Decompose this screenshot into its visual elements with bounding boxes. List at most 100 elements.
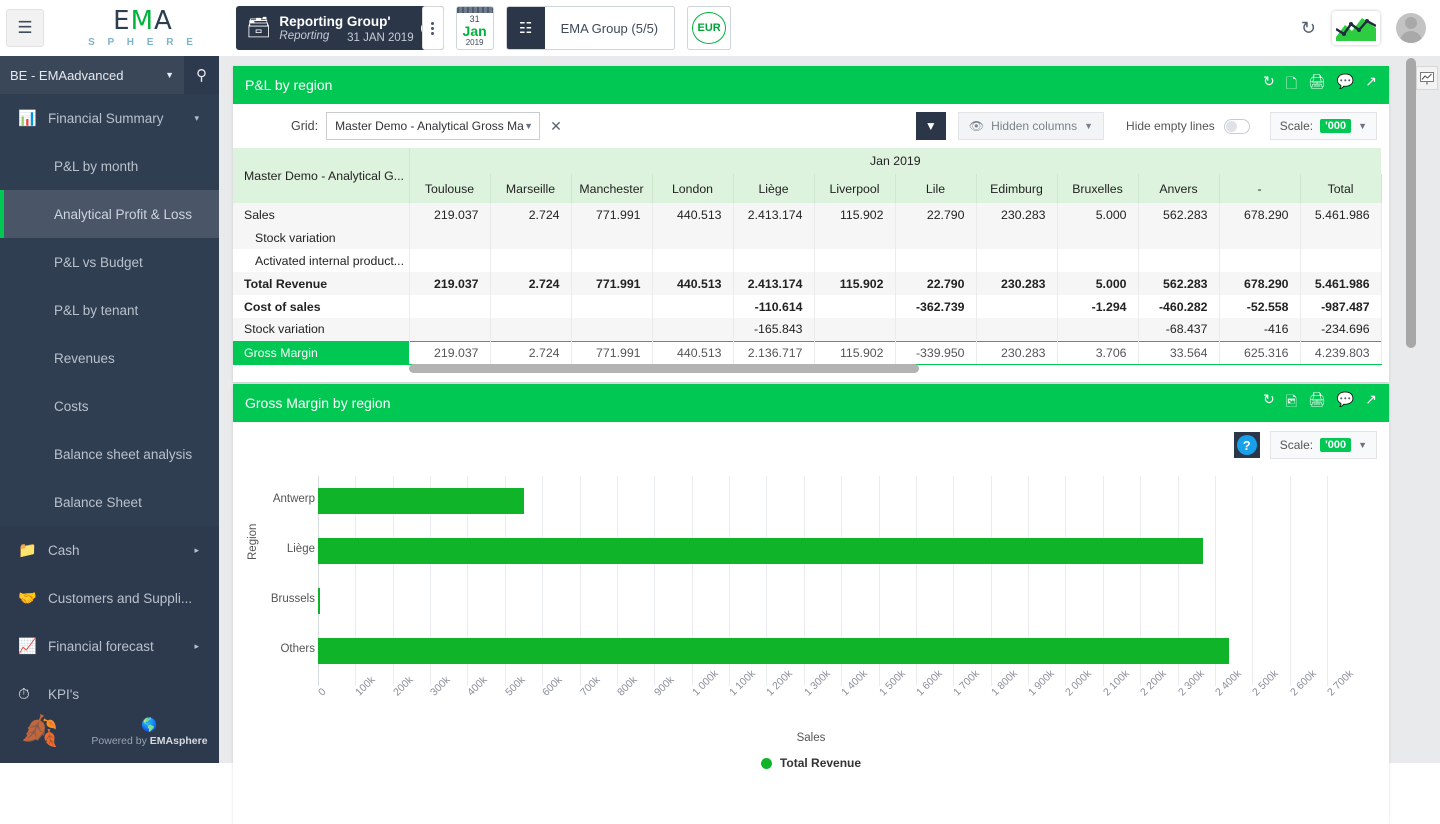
table-cell	[1138, 249, 1219, 272]
user-avatar-icon[interactable]	[1396, 13, 1426, 43]
reporting-group-chip[interactable]: 🗃 Reporting Group' Reporting ✓ 31 JAN 20…	[236, 6, 444, 50]
sidebar-item-financial-summary[interactable]: 📊 Financial Summary ▾	[0, 94, 219, 142]
table-cell	[895, 318, 976, 341]
table-cell: 440.513	[652, 341, 733, 364]
sidebar-item-balance-sheet-analysis[interactable]: Balance sheet analysis	[0, 430, 219, 478]
table-row[interactable]: Cost of sales-110.614-362.739-1.294-460.…	[233, 295, 1381, 318]
pl-col-header[interactable]: Edimburg	[976, 174, 1057, 203]
table-cell: 22.790	[895, 272, 976, 295]
chart-gridline	[1327, 476, 1328, 686]
pl-col-header[interactable]: -	[1219, 174, 1300, 203]
chart-scale-selector[interactable]: Scale: '000 ▼	[1270, 431, 1377, 459]
gross-margin-chart: Region AntwerpLiègeBrusselsOthers 0100k2…	[233, 468, 1389, 824]
kebab-menu-icon[interactable]	[422, 6, 444, 50]
table-cell: 2.413.174	[733, 272, 814, 295]
pl-col-header[interactable]: Marseille	[490, 174, 571, 203]
table-cell	[1057, 318, 1138, 341]
table-cell: 440.513	[652, 203, 733, 226]
scale-label: Scale:	[1280, 438, 1313, 452]
pl-col-header[interactable]: Bruxelles	[1057, 174, 1138, 203]
table-row[interactable]: Stock variation-165.843-68.437-416-234.6…	[233, 318, 1381, 341]
scale-selector[interactable]: Scale: '000 ▼	[1270, 112, 1377, 140]
top-bar: ☰ EMA S P H E R E 🗃 Reporting Group' Rep…	[0, 0, 1440, 56]
main-vertical-scrollbar[interactable]	[1404, 56, 1418, 763]
table-cell	[571, 226, 652, 249]
table-row[interactable]: Sales219.0372.724771.991440.5132.413.174…	[233, 203, 1381, 226]
table-row-label: Stock variation	[233, 226, 409, 249]
pl-col-header[interactable]: London	[652, 174, 733, 203]
pl-col-header[interactable]: Toulouse	[409, 174, 490, 203]
refresh-icon[interactable]: ↻	[1263, 73, 1275, 97]
excel-export-icon[interactable]: 🗋	[1286, 73, 1297, 97]
menu-icon[interactable]: ☰	[6, 9, 44, 47]
chart-category-label: Others	[280, 643, 315, 655]
pl-col-header[interactable]: Liège	[733, 174, 814, 203]
image-export-icon[interactable]: 🖻	[1286, 391, 1297, 415]
help-question-icon[interactable]: ?	[1234, 432, 1260, 458]
table-cell	[1300, 249, 1381, 272]
sidebar-item-cash[interactable]: 📁 Cash ▸	[0, 526, 219, 574]
table-cell	[976, 226, 1057, 249]
table-cell: 678.290	[1219, 203, 1300, 226]
pl-col-header[interactable]: Lile	[895, 174, 976, 203]
entity-selector-label: BE - EMAadvanced	[10, 68, 123, 83]
entity-selector[interactable]: BE - EMAadvanced ▼	[0, 56, 184, 94]
table-row[interactable]: Gross Margin219.0372.724771.991440.5132.…	[233, 341, 1381, 364]
table-cell	[1138, 226, 1219, 249]
presentation-chart-icon[interactable]	[1416, 66, 1438, 90]
hidden-columns-dropdown[interactable]: 👁 Hidden columns ▼	[958, 112, 1104, 140]
pl-table-wrap[interactable]: Master Demo - Analytical G... Jan 2019 T…	[233, 148, 1389, 382]
comment-icon[interactable]: 💬	[1337, 391, 1354, 415]
clear-x-icon[interactable]: ✕	[550, 118, 562, 135]
pl-col-header[interactable]: Anvers	[1138, 174, 1219, 203]
chart-bar[interactable]	[318, 638, 1229, 664]
refresh-icon[interactable]: ↻	[1263, 391, 1275, 415]
sidebar-item-label: P&L by month	[54, 159, 138, 174]
chart-bar[interactable]	[318, 588, 320, 614]
sidebar-item-pl-by-month[interactable]: P&L by month	[0, 142, 219, 190]
panel2-title: Gross Margin by region	[245, 395, 391, 411]
sidebar-item-revenues[interactable]: Revenues	[0, 334, 219, 382]
grid-select[interactable]: Master Demo - Analytical Gross Ma ▼	[326, 112, 540, 140]
pl-col-header[interactable]: Liverpool	[814, 174, 895, 203]
sidebar-item-analytical-profit-loss[interactable]: Analytical Profit & Loss	[0, 190, 219, 238]
panel1-toolbar: Grid: Master Demo - Analytical Gross Ma …	[233, 104, 1389, 148]
table-cell	[1219, 226, 1300, 249]
sidebar-item-pl-by-tenant[interactable]: P&L by tenant	[0, 286, 219, 334]
table-row[interactable]: Total Revenue219.0372.724771.991440.5132…	[233, 272, 1381, 295]
print-icon[interactable]: 🖨	[1308, 73, 1326, 97]
refresh-icon[interactable]: ↻	[1301, 18, 1316, 39]
table-row[interactable]: Stock variation	[233, 226, 1381, 249]
table-row[interactable]: Activated internal product...	[233, 249, 1381, 272]
search-icon[interactable]: ⚲	[184, 56, 219, 94]
currency-selector[interactable]: EUR	[687, 6, 731, 50]
sidebar-item-costs[interactable]: Costs	[0, 382, 219, 430]
expand-icon[interactable]: ↗	[1365, 391, 1377, 415]
chart-bar[interactable]	[318, 538, 1203, 564]
sidebar-item-pl-vs-budget[interactable]: P&L vs Budget	[0, 238, 219, 286]
group-selector[interactable]: ☷ EMA Group (5/5)	[506, 6, 676, 50]
panel-gross-margin-by-region: Gross Margin by region ↻ 🖻 🖨 💬 ↗ ? Scale…	[233, 384, 1389, 824]
comment-icon[interactable]: 💬	[1337, 73, 1354, 97]
sidebar-item-label: P&L vs Budget	[54, 255, 143, 270]
gauge-icon: ⏱	[18, 686, 48, 703]
chevron-down-icon: ▼	[165, 70, 174, 80]
sidebar-item-label: P&L by tenant	[54, 303, 138, 318]
scale-label: Scale:	[1280, 119, 1313, 133]
sidebar-item-customers-suppliers[interactable]: 🤝 Customers and Suppli...	[0, 574, 219, 622]
filter-icon[interactable]: ▼	[916, 112, 946, 140]
table-horizontal-scrollbar[interactable]	[409, 364, 1381, 374]
expand-icon[interactable]: ↗	[1365, 73, 1377, 97]
chart-logo-icon[interactable]	[1332, 11, 1380, 45]
pl-col-header[interactable]: Manchester	[571, 174, 652, 203]
sidebar-item-label: Costs	[54, 399, 89, 414]
sidebar-item-label: Balance sheet analysis	[54, 447, 192, 462]
chevron-right-icon: ▸	[194, 641, 199, 652]
sidebar-item-balance-sheet[interactable]: Balance Sheet	[0, 478, 219, 526]
pl-col-header[interactable]: Total	[1300, 174, 1381, 203]
chart-bar[interactable]	[318, 488, 524, 514]
print-icon[interactable]: 🖨	[1308, 391, 1326, 415]
hide-empty-lines-toggle[interactable]	[1224, 119, 1250, 134]
calendar-widget[interactable]: 31 Jan 2019	[456, 6, 494, 50]
sidebar-item-financial-forecast[interactable]: 📈 Financial forecast ▸	[0, 622, 219, 670]
